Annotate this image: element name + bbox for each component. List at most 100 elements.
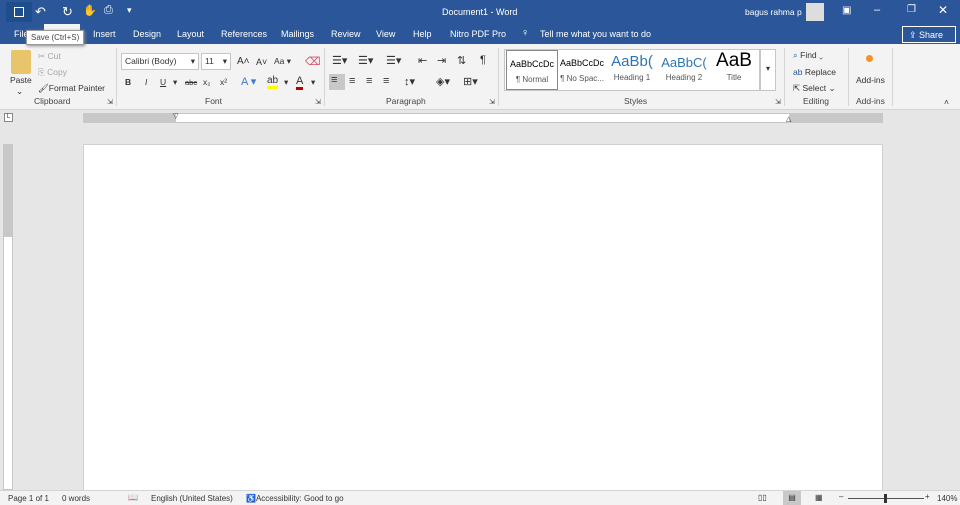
style-preview: AaBb( — [611, 53, 653, 70]
tab-layout[interactable]: Layout — [177, 29, 204, 39]
superscript-button[interactable]: x² — [220, 77, 227, 87]
style-heading-2[interactable]: AaBbC(Heading 2 — [658, 50, 710, 90]
increase-indent-icon[interactable]: ⇥ — [437, 54, 446, 67]
tab-design[interactable]: Design — [133, 29, 161, 39]
print-preview-icon[interactable]: ⎙ — [104, 4, 113, 17]
bold-button[interactable]: B — [125, 77, 131, 87]
tab-review[interactable]: Review — [331, 29, 361, 39]
minimize-icon[interactable]: – — [874, 4, 880, 16]
print-layout-icon[interactable]: ▤ — [783, 491, 801, 505]
redo-icon[interactable]: ↻ — [62, 4, 73, 20]
clipboard-launcher-icon[interactable]: ⇲ — [107, 98, 113, 106]
decrease-indent-icon[interactable]: ⇤ — [418, 54, 427, 67]
zoom-slider-thumb[interactable] — [884, 494, 887, 503]
customize-toolbar-icon[interactable]: ▾ — [127, 5, 132, 16]
style-heading-1[interactable]: AaBb(Heading 1 — [606, 50, 658, 90]
format-painter-button[interactable]: 🖌Format Painter — [38, 83, 105, 94]
paragraph-launcher-icon[interactable]: ⇲ — [489, 98, 495, 106]
justify-icon[interactable]: ≡ — [383, 75, 389, 87]
tab-help[interactable]: Help — [413, 29, 432, 39]
proofing-icon[interactable]: 📖 — [128, 493, 138, 502]
underline-button[interactable]: U — [160, 77, 166, 87]
shading-icon[interactable]: ◈▾ — [436, 75, 450, 88]
avatar[interactable] — [806, 3, 824, 21]
vertical-ruler[interactable] — [3, 144, 13, 490]
restore-icon[interactable]: ❐ — [907, 4, 916, 15]
zoom-in-icon[interactable]: + — [925, 492, 930, 501]
tab-references[interactable]: References — [221, 29, 267, 39]
tab-selector-icon[interactable]: L — [4, 113, 13, 122]
multilevel-list-icon[interactable]: ☰▾ — [386, 54, 401, 67]
grow-font-icon[interactable]: A˄ — [237, 56, 250, 67]
style-normal[interactable]: AaBbCcDc ¶ Normal — [506, 50, 558, 90]
shrink-font-icon[interactable]: A˅ — [256, 57, 267, 67]
style-preview: AaBbCcDc — [559, 58, 604, 68]
tab-view[interactable]: View — [376, 29, 395, 39]
underline-dropdown-icon[interactable]: ▾ — [173, 77, 177, 88]
select-button[interactable]: ⇱ Select ⌄ — [793, 83, 836, 94]
highlight-icon[interactable]: ab — [267, 75, 279, 89]
style-title[interactable]: AaB Title — [708, 50, 760, 90]
find-button[interactable]: ⌕ Find ⌄ — [793, 50, 823, 61]
font-name-select[interactable]: Calibri (Body) ▾ — [121, 53, 199, 70]
bullets-icon[interactable]: ☰▾ — [332, 54, 347, 67]
replace-button[interactable]: ab Replace — [793, 67, 836, 77]
right-indent-marker-icon[interactable]: △ — [786, 115, 791, 123]
web-layout-icon[interactable]: ▦ — [815, 493, 823, 502]
zoom-out-icon[interactable]: – — [839, 492, 843, 501]
zoom-level[interactable]: 140% — [937, 494, 957, 503]
clear-formatting-icon[interactable]: ⌫ — [305, 55, 321, 68]
style-label: Heading 2 — [665, 73, 703, 82]
font-color-dropdown-icon[interactable]: ▾ — [311, 77, 315, 88]
line-spacing-icon[interactable]: ↕▾ — [404, 75, 415, 88]
read-mode-icon[interactable]: ▯▯ — [758, 493, 767, 502]
text-effects-icon[interactable]: A ▾ — [241, 75, 256, 88]
align-right-icon[interactable]: ≡ — [366, 75, 372, 87]
page-count[interactable]: Page 1 of 1 — [8, 494, 49, 503]
tab-nitro-pdf-pro[interactable]: Nitro PDF Pro — [450, 29, 506, 39]
horizontal-ruler[interactable]: L ▽ △ — [0, 110, 960, 126]
subscript-button[interactable]: x₂ — [203, 77, 211, 87]
align-center-icon[interactable]: ≡ — [349, 75, 355, 87]
styles-more-icon[interactable]: ▾ — [760, 49, 776, 91]
numbering-icon[interactable]: ☰▾ — [358, 54, 373, 67]
copy-button[interactable]: ⎘ Copy — [38, 67, 67, 78]
style-no-spacing[interactable]: AaBbCcDc ¶ No Spac... — [556, 50, 608, 90]
document-title: Document1 - Word — [442, 7, 518, 17]
collapse-ribbon-icon[interactable]: ˄ — [944, 97, 949, 107]
ribbon-display-icon[interactable]: ▣ — [842, 5, 851, 16]
tab-insert[interactable]: Insert — [93, 29, 116, 39]
user-name[interactable]: bagus rahma p — [745, 7, 802, 17]
touch-mode-icon[interactable]: ✋ — [83, 4, 97, 17]
undo-icon[interactable]: ↶ — [35, 4, 46, 20]
change-case-button[interactable]: Aa ▾ — [274, 56, 291, 67]
align-left-icon[interactable]: ≡ — [329, 74, 345, 90]
styles-launcher-icon[interactable]: ⇲ — [775, 98, 781, 106]
paste-button[interactable]: Paste — [10, 75, 32, 85]
style-label: ¶ Normal — [515, 75, 549, 84]
paste-icon[interactable] — [11, 50, 31, 74]
tell-me-search[interactable]: Tell me what you want to do — [540, 29, 651, 39]
borders-icon[interactable]: ⊞▾ — [463, 75, 478, 88]
document-page[interactable] — [83, 144, 883, 494]
tab-mailings[interactable]: Mailings — [281, 29, 314, 39]
save-icon[interactable] — [6, 2, 32, 22]
sort-icon[interactable]: ⇅ — [457, 54, 466, 67]
italic-button[interactable]: I — [145, 77, 147, 87]
strikethrough-button[interactable]: abc — [185, 78, 197, 87]
font-launcher-icon[interactable]: ⇲ — [315, 98, 321, 106]
show-formatting-icon[interactable]: ¶ — [480, 54, 486, 66]
save-tooltip: Save (Ctrl+S) — [26, 30, 85, 45]
word-count[interactable]: 0 words — [62, 494, 90, 503]
addins-button[interactable]: Add-ins — [856, 75, 885, 85]
language[interactable]: English (United States) — [151, 494, 233, 503]
font-size-select[interactable]: 11 ▾ — [201, 53, 231, 70]
accessibility-status[interactable]: ♿Accessibility: Good to go — [246, 494, 344, 503]
share-button[interactable]: ⇪ Share ▾ — [902, 26, 956, 51]
indent-marker-icon[interactable]: ▽ — [173, 112, 178, 120]
font-color-icon[interactable]: A — [296, 75, 304, 90]
close-icon[interactable]: ✕ — [938, 3, 948, 17]
paste-dropdown-icon[interactable]: ⌄ — [16, 86, 23, 97]
highlight-dropdown-icon[interactable]: ▾ — [284, 77, 288, 88]
cut-button[interactable]: ✂ Cut — [38, 51, 61, 62]
